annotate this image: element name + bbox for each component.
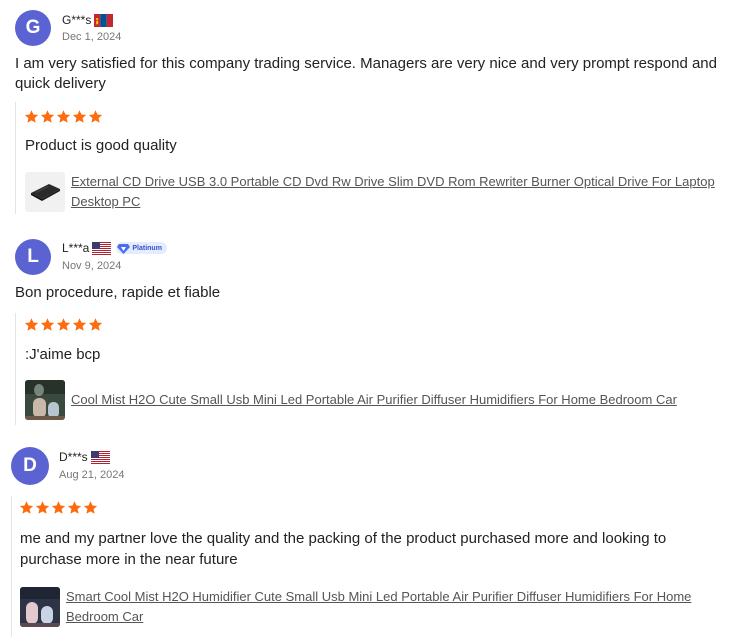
avatar: L [15, 239, 51, 275]
additional-review-text: :J'aime bcp [25, 346, 101, 363]
star-icon [35, 501, 50, 514]
humidifier-thumbnail [20, 587, 60, 627]
product-link[interactable]: Smart Cool Mist H2O Humidifier Cute Smal… [20, 587, 740, 627]
star-icon [40, 110, 55, 123]
star-icon [24, 318, 39, 331]
star-icon [19, 501, 34, 514]
star-icon [88, 318, 103, 331]
reviewer-name: D***s [59, 450, 88, 464]
product-link[interactable]: Cool Mist H2O Cute Small Usb Mini Led Po… [25, 380, 725, 420]
star-icon [72, 110, 87, 123]
star-icon [72, 318, 87, 331]
star-icon [67, 501, 82, 514]
star-rating [24, 109, 104, 124]
star-icon [88, 110, 103, 123]
additional-review-text: me and my partner love the quality and t… [20, 530, 667, 568]
star-icon [56, 110, 71, 123]
additional-review-block [15, 102, 16, 214]
review-date: Aug 21, 2024 [59, 469, 125, 481]
star-rating [24, 317, 104, 332]
star-icon [83, 501, 98, 514]
product-title-link[interactable]: Cool Mist H2O Cute Small Usb Mini Led Po… [71, 390, 725, 410]
reviewer-info: D***s [59, 449, 114, 465]
additional-review-block [11, 496, 12, 637]
avatar: D [11, 447, 49, 485]
additional-review-block [15, 313, 16, 425]
diamond-icon [117, 243, 131, 254]
star-icon [24, 110, 39, 123]
reviewer-name: L***a [62, 241, 90, 255]
reviewer-name: G***s [62, 13, 92, 27]
cd-drive-thumbnail [25, 172, 65, 212]
star-icon [40, 318, 55, 331]
review-date: Nov 9, 2024 [62, 260, 122, 272]
star-rating [19, 500, 99, 515]
star-icon [51, 501, 66, 514]
reviewer-info: G***s [62, 12, 117, 28]
us-flag-icon [92, 241, 112, 255]
platinum-badge: Platinum [116, 242, 167, 254]
product-title-link[interactable]: Smart Cool Mist H2O Humidifier Cute Smal… [66, 587, 736, 627]
additional-review-text: Product is good quality [25, 137, 177, 154]
review-comment: I am very satisfied for this company tra… [15, 55, 717, 92]
product-title-link[interactable]: External CD Drive USB 3.0 Portable CD Dv… [71, 172, 725, 212]
avatar: G [15, 10, 51, 46]
product-link[interactable]: External CD Drive USB 3.0 Portable CD Dv… [25, 172, 725, 212]
humidifier-thumbnail [25, 380, 65, 420]
us-flag-icon [90, 450, 110, 464]
star-icon [56, 318, 71, 331]
badge-label: Platinum [132, 244, 162, 252]
mongolia-flag-icon [94, 13, 114, 27]
review-comment: Bon procedure, rapide et fiable [15, 284, 221, 301]
reviewer-info: L***a Platinum [62, 240, 167, 256]
review-date: Dec 1, 2024 [62, 31, 122, 43]
